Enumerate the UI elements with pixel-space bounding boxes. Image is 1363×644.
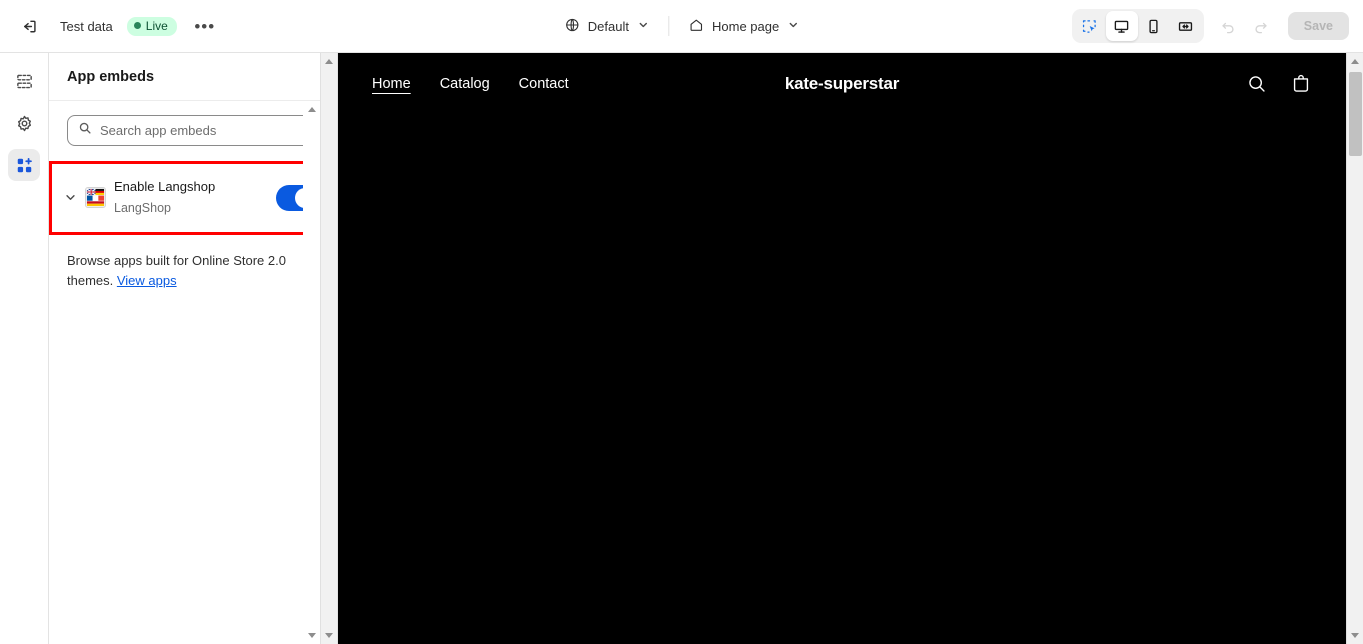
store-header-actions <box>1246 73 1312 95</box>
nav-link-home[interactable]: Home <box>372 76 411 92</box>
store-frame: Home Catalog Contact kate-superstar <box>338 53 1346 644</box>
top-toolbar: Test data Live ••• Default Home page Sav… <box>0 0 1363 53</box>
scroll-up-arrow-icon[interactable] <box>321 53 338 70</box>
store-logo[interactable]: kate-superstar <box>785 74 900 94</box>
scroll-up-arrow-icon[interactable] <box>1347 53 1363 70</box>
sidebar-item-theme-settings[interactable] <box>8 107 40 139</box>
panel-scroll-region: Enable Langshop LangShop Browse apps bui… <box>49 101 337 644</box>
app-embed-highlight-box: Enable Langshop LangShop <box>49 161 337 235</box>
scroll-down-arrow-icon[interactable] <box>303 627 320 644</box>
app-embed-title: Enable Langshop <box>114 179 216 194</box>
langshop-flags-icon <box>85 187 106 209</box>
undo-icon[interactable] <box>1214 11 1244 41</box>
status-badge-label: Live <box>145 18 168 33</box>
panel-outer-scrollbar[interactable] <box>320 53 337 644</box>
scroll-thumb[interactable] <box>1348 72 1362 156</box>
mobile-icon[interactable] <box>1138 11 1170 41</box>
scroll-down-arrow-icon[interactable] <box>321 627 338 644</box>
left-rail <box>0 53 49 644</box>
shopping-bag-icon[interactable] <box>1290 73 1312 95</box>
chevron-down-icon <box>787 19 799 34</box>
search-input[interactable] <box>100 123 308 138</box>
preview-scrollbar[interactable] <box>1346 53 1363 644</box>
exit-to-app-icon[interactable] <box>14 11 44 41</box>
home-icon <box>688 17 704 36</box>
search-icon <box>78 121 92 140</box>
app-embed-text: Enable Langshop LangShop <box>114 177 268 219</box>
store-header: Home Catalog Contact kate-superstar <box>338 53 1346 115</box>
view-apps-link[interactable]: View apps <box>117 273 177 288</box>
sidebar-item-sections[interactable] <box>8 65 40 97</box>
editor-body: App embeds Search app embeds Enable Lang… <box>0 53 1363 644</box>
scroll-down-arrow-icon[interactable] <box>1347 627 1363 644</box>
toolbar-right-group: Save <box>1071 9 1363 43</box>
desktop-icon[interactable] <box>1105 11 1138 41</box>
search-icon[interactable] <box>1246 73 1268 95</box>
page-selector[interactable]: Home page <box>679 12 808 41</box>
live-status-dot <box>133 22 141 29</box>
store-nav: Home Catalog Contact <box>372 76 569 92</box>
view-mode-group <box>1071 9 1204 43</box>
status-badge: Live <box>126 16 177 36</box>
app-embed-developer: LangShop <box>114 200 172 215</box>
toolbar-divider <box>667 16 669 36</box>
chevron-down-icon[interactable] <box>64 191 77 204</box>
chevron-down-icon <box>637 19 649 34</box>
scroll-track[interactable] <box>321 70 338 627</box>
page-label: Home page <box>711 18 780 34</box>
storefront-preview: Home Catalog Contact kate-superstar <box>338 53 1363 644</box>
panel-header: App embeds <box>49 53 337 101</box>
locale-selector[interactable]: Default <box>555 12 658 41</box>
globe-icon <box>564 17 580 36</box>
nav-link-catalog[interactable]: Catalog <box>440 76 490 92</box>
scroll-up-arrow-icon[interactable] <box>303 101 320 118</box>
more-options-button[interactable]: ••• <box>191 12 219 40</box>
list-item[interactable]: Enable Langshop LangShop <box>52 164 334 232</box>
nav-link-contact[interactable]: Contact <box>519 76 569 92</box>
fullwidth-icon[interactable] <box>1170 11 1202 41</box>
app-embeds-panel: App embeds Search app embeds Enable Lang… <box>49 53 338 644</box>
scroll-track[interactable] <box>1347 70 1363 627</box>
toolbar-left-group: Test data Live ••• <box>0 11 219 41</box>
sidebar-item-app-embeds[interactable] <box>8 149 40 181</box>
shop-name-label: Test data <box>60 18 113 34</box>
search-container <box>49 115 337 146</box>
browse-apps-note: Browse apps built for Online Store 2.0 t… <box>49 235 337 291</box>
save-button[interactable]: Save <box>1287 12 1349 40</box>
cursor-select-icon[interactable] <box>1074 11 1106 41</box>
search-box[interactable] <box>67 115 319 146</box>
panel-inner-scrollbar[interactable] <box>303 101 320 644</box>
scroll-track[interactable] <box>303 118 320 627</box>
page-title: App embeds <box>67 68 155 85</box>
theme-editor-window: Test data Live ••• Default Home page Sav… <box>0 0 1363 644</box>
toolbar-center-group: Default Home page <box>555 12 808 41</box>
locale-label: Default <box>587 18 629 34</box>
redo-icon[interactable] <box>1246 11 1276 41</box>
